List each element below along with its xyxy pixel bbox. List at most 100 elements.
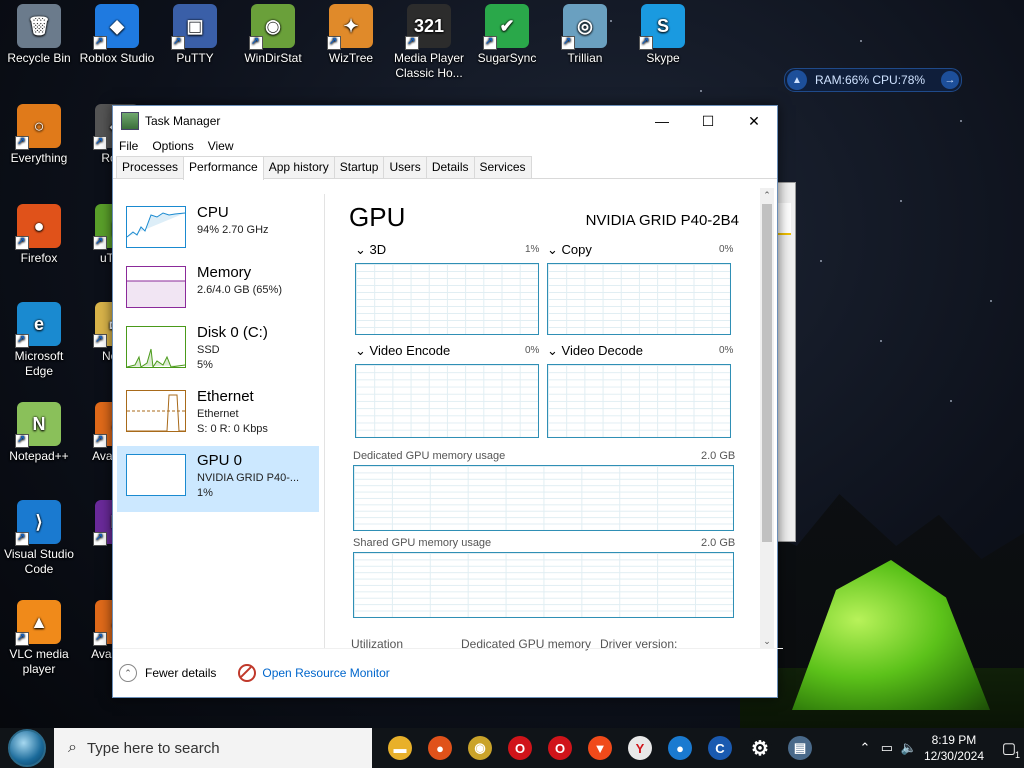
resource-name: GPU 0 xyxy=(197,452,243,469)
desktop-icon-firefox[interactable]: ●Firefox xyxy=(0,204,78,266)
resource-widget-text: RAM:66% CPU:78% xyxy=(815,73,926,87)
resource-memory[interactable]: Memory 2.6/4.0 GB (65%) xyxy=(117,258,319,320)
arrow-right-icon[interactable]: → xyxy=(941,71,959,89)
resource-detail: 94% 2.70 GHz xyxy=(197,224,269,236)
desktop-icon-label: Skype xyxy=(646,51,680,65)
scroll-thumb[interactable] xyxy=(762,204,772,542)
desktop-icon-visual-studio-code[interactable]: ⟩Visual Studio Code xyxy=(0,500,78,577)
desktop-icon-microsoft-edge[interactable]: eMicrosoft Edge xyxy=(0,302,78,379)
yandex-icon: Y xyxy=(628,736,652,760)
scrollbar[interactable]: ⌃ ⌄ xyxy=(760,188,774,648)
taskbar-yandex[interactable]: Y xyxy=(620,728,660,768)
footer: ⌃ Fewer details Open Resource Monitor xyxy=(113,648,783,697)
menu-options[interactable]: Options xyxy=(152,139,193,153)
close-button[interactable]: ✕ xyxy=(731,106,777,136)
shortcut-arrow-icon xyxy=(93,530,107,546)
volume-muted-icon[interactable]: 🔈 xyxy=(898,740,920,756)
chevron-down-icon: ⌄ xyxy=(547,343,562,358)
shared-memory-label: Shared GPU memory usage xyxy=(353,537,492,549)
engine-decode-selector[interactable]: ⌄ Video Decode xyxy=(547,343,643,359)
cpu-graph xyxy=(126,206,186,248)
resource-detail: 5% xyxy=(197,359,213,371)
desktop-icon-windirstat[interactable]: ◉WinDirStat xyxy=(234,4,312,66)
desktop-icon-label: Media Player Classic Ho... xyxy=(393,51,465,80)
taskbar-brave[interactable]: ▼ xyxy=(580,728,620,768)
desktop-icon-recycle-bin[interactable]: 🗑 Recycle Bin xyxy=(0,4,78,66)
desktop-icon-putty[interactable]: ▣PuTTY xyxy=(156,4,234,66)
desktop-icon-vlc-media-player[interactable]: ▲VLC media player xyxy=(0,600,78,677)
scroll-up-arrow-icon[interactable]: ⌃ xyxy=(760,188,774,202)
taskbar-ccleaner[interactable]: C xyxy=(700,728,740,768)
taskbar-task-manager[interactable]: ▤ xyxy=(780,728,820,768)
task-manager-icon: ▤ xyxy=(788,736,812,760)
chevron-down-icon: ⌄ xyxy=(547,242,562,257)
resource-name: Ethernet xyxy=(197,388,254,405)
app-icon: ▣ xyxy=(171,4,217,50)
desktop-icon-trillian[interactable]: ◎Trillian xyxy=(546,4,624,66)
chevron-up-icon[interactable]: ⌃ xyxy=(854,740,876,756)
opera-gx-icon: O xyxy=(548,736,572,760)
gpu-heading: GPU xyxy=(349,202,406,232)
clock[interactable]: 8:19 PM 12/30/2024 xyxy=(924,732,984,764)
desktop-icon-everything[interactable]: ○Everything xyxy=(0,104,78,166)
engine-3d-selector[interactable]: ⌄ 3D xyxy=(355,242,386,258)
search-box[interactable]: ⌕ Type here to search xyxy=(54,728,372,768)
shortcut-arrow-icon xyxy=(93,332,107,348)
resource-widget[interactable]: ▲ RAM:66% CPU:78% → xyxy=(784,68,962,92)
resource-ethernet[interactable]: Ethernet Ethernet S: 0 R: 0 Kbps xyxy=(117,382,319,444)
shortcut-arrow-icon xyxy=(561,34,575,50)
notification-count: 1 xyxy=(1014,750,1020,760)
desktop-icon-roblox-studio[interactable]: ◆Roblox Studio xyxy=(78,4,156,66)
resource-disk[interactable]: Disk 0 (C:) SSD 5% xyxy=(117,318,319,380)
shared-memory-value: 2.0 GB xyxy=(701,537,736,549)
resource-gpu[interactable]: GPU 0 NVIDIA GRID P40-... 1% xyxy=(117,446,319,512)
desktop-icon-label: Trillian xyxy=(567,51,603,65)
taskbar-firefox[interactable]: ● xyxy=(420,728,460,768)
taskbar-brave-like[interactable]: ◉ xyxy=(460,728,500,768)
taskbar-file-explorer[interactable]: ▬ xyxy=(380,728,420,768)
minimize-button[interactable]: — xyxy=(639,106,685,136)
menu-view[interactable]: View xyxy=(208,139,234,153)
shortcut-arrow-icon xyxy=(15,432,29,448)
desktop-icon-wiztree[interactable]: ✦WizTree xyxy=(312,4,390,66)
taskbar-opera-gx[interactable]: O xyxy=(540,728,580,768)
app-icon: ✦ xyxy=(327,4,373,50)
start-button[interactable] xyxy=(0,728,54,768)
engine-encode-selector[interactable]: ⌄ Video Encode xyxy=(355,343,450,359)
taskbar-opera[interactable]: O xyxy=(500,728,540,768)
tab-services[interactable]: Services xyxy=(473,156,532,178)
tab-startup[interactable]: Startup xyxy=(333,156,385,178)
desktop-icon-notepad[interactable]: NNotepad++ xyxy=(0,402,78,464)
tab-processes[interactable]: Processes xyxy=(116,156,185,178)
resource-name: Disk 0 (C:) xyxy=(197,324,268,341)
desktop-icon-sugarsync[interactable]: ✔SugarSync xyxy=(468,4,546,66)
tab-app-history[interactable]: App history xyxy=(262,156,335,178)
desktop-icon-media-player-classic-ho[interactable]: 321Media Player Classic Ho... xyxy=(390,4,468,81)
resource-monitor-icon xyxy=(238,664,257,682)
tab-performance[interactable]: Performance xyxy=(183,156,264,180)
network-icon[interactable]: ▭ xyxy=(876,740,898,756)
desktop-icon-label: Visual Studio Code xyxy=(4,547,74,576)
chevron-up-icon[interactable]: ⌃ xyxy=(119,664,137,682)
menu-file[interactable]: File xyxy=(119,139,138,153)
desktop-icon-skype[interactable]: SSkype xyxy=(624,4,702,66)
tab-users[interactable]: Users xyxy=(383,156,427,178)
app-icon: S xyxy=(639,4,685,50)
maximize-button[interactable]: ☐ xyxy=(685,106,731,136)
open-resource-monitor-link[interactable]: Open Resource Monitor xyxy=(262,666,389,680)
taskbar-browser-blue[interactable]: ● xyxy=(660,728,700,768)
desktop-icon-label: Roblox Studio xyxy=(79,51,155,65)
pane-divider[interactable] xyxy=(324,194,325,649)
title-bar[interactable]: Task Manager — ☐ ✕ xyxy=(113,106,777,136)
resource-cpu[interactable]: CPU 94% 2.70 GHz xyxy=(117,198,319,260)
fewer-details-link[interactable]: Fewer details xyxy=(145,666,216,680)
shortcut-arrow-icon xyxy=(483,34,497,50)
taskbar-settings[interactable]: ⚙ xyxy=(740,728,780,768)
notification-icon[interactable]: ▢ 1 xyxy=(994,728,1024,768)
engine-copy-selector[interactable]: ⌄ Copy xyxy=(547,242,592,258)
tab-details[interactable]: Details xyxy=(425,156,475,178)
shortcut-arrow-icon xyxy=(15,332,29,348)
resource-detail: 2.6/4.0 GB (65%) xyxy=(197,284,282,296)
app-icon: ✔ xyxy=(483,4,529,50)
scroll-down-arrow-icon[interactable]: ⌄ xyxy=(760,634,774,648)
